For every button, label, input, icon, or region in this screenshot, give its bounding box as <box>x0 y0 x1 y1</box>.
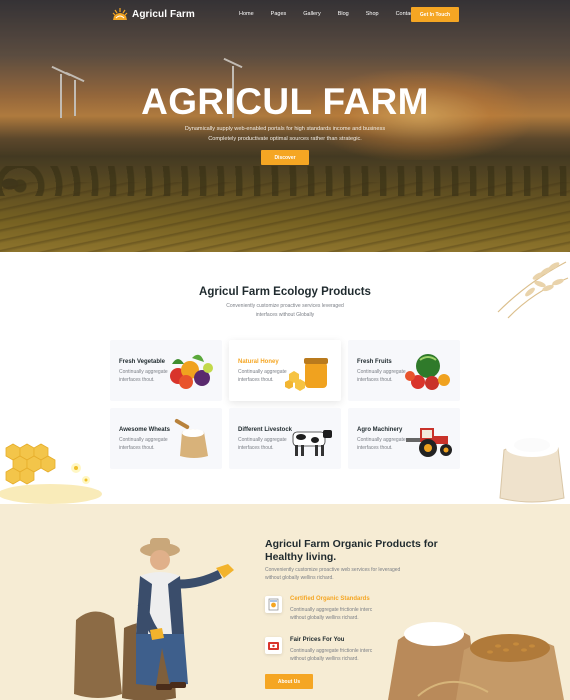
main-menu: Home Pages Gallery Blog Shop Contact <box>239 11 432 17</box>
organic-subtitle: Conveniently customize proactive web ser… <box>265 566 415 582</box>
organic-title: Agricul Farm Organic Products for Health… <box>265 538 455 564</box>
about-us-button[interactable]: About Us <box>265 674 313 689</box>
feature-description: Continually aggregate frictionle interc … <box>290 606 380 622</box>
sun-logo-icon <box>112 8 128 20</box>
tractor-icon <box>406 428 452 457</box>
card-title: Agro Machinery <box>357 427 403 433</box>
cow-icon <box>292 430 332 456</box>
feature-description: Continually aggregate frictionle interc … <box>290 647 380 663</box>
products-subtitle-line: Conveniently customize proactive service… <box>226 303 344 309</box>
brand-logo[interactable]: Agricul Farm <box>112 7 195 21</box>
feature-title: Certified Organic Standards <box>290 596 370 602</box>
card-title: Fresh Fruits <box>357 359 392 365</box>
nav-blog[interactable]: Blog <box>338 11 349 17</box>
organic-title-line: Agricul Farm Organic Products for <box>265 538 438 550</box>
product-card-natural-honey[interactable]: Natural Honey Continually aggregate inte… <box>229 340 341 401</box>
farmer-illustration <box>74 538 234 700</box>
hero-banner: Agricul Farm Home Pages Gallery Blog Sho… <box>0 0 570 252</box>
organic-subtitle-line: Conveniently customize proactive web ser… <box>265 567 401 573</box>
organic-title-line: Healthy living. <box>265 551 337 563</box>
product-card-fresh-vegetable[interactable]: Fresh Vegetable Continually aggregate in… <box>110 340 222 401</box>
products-subtitle-line: interfaces without Globally <box>255 312 315 318</box>
honeycomb-decoration <box>0 443 102 504</box>
hero-subtitle-line: Completely productivate optimal sources … <box>208 136 362 142</box>
nav-shop[interactable]: Shop <box>366 11 379 17</box>
card-title: Awesome Wheats <box>119 427 170 433</box>
certificate-icon <box>265 596 282 613</box>
fruits-icon <box>405 354 450 390</box>
organic-subtitle-line: without globally wellins richard. <box>265 575 334 581</box>
grain-sacks-illustration <box>388 622 564 700</box>
feature-description-line: without globally wellins richard. <box>290 656 359 662</box>
feature-description-line: Continually aggregate frictionle interc <box>290 648 373 654</box>
flour-bag-decoration <box>499 438 565 503</box>
honey-jar-icon <box>285 358 328 391</box>
product-card-agro-machinery[interactable]: Agro Machinery Continually aggregate int… <box>348 408 460 469</box>
products-section: Agricul Farm Ecology Products Convenient… <box>0 252 570 504</box>
feature-description-line: without globally wellins richard. <box>290 615 359 621</box>
nav-pages[interactable]: Pages <box>271 11 287 17</box>
discover-button[interactable]: Discover <box>261 150 309 165</box>
hero-title: AGRICUL FARM <box>141 81 429 122</box>
feature-description-line: Continually aggregate frictionle interc <box>290 607 373 613</box>
flour-sack-icon <box>174 419 208 458</box>
vegetables-icon <box>170 354 213 389</box>
hero-subtitle-line: Dynamically supply web-enabled portals f… <box>184 126 386 132</box>
organic-section: Agricul Farm Organic Products for Health… <box>0 504 570 700</box>
nav-home[interactable]: Home <box>239 11 254 17</box>
brand-name: Agricul Farm <box>132 8 195 20</box>
nav-gallery[interactable]: Gallery <box>303 11 320 17</box>
top-navigation: Agricul Farm Home Pages Gallery Blog Sho… <box>0 0 570 30</box>
hero-subtitle: Dynamically supply web-enabled portals f… <box>0 124 570 144</box>
feature-title: Fair Prices For You <box>290 637 345 643</box>
product-card-fresh-fruits[interactable]: Fresh Fruits Continually aggregate inter… <box>348 340 460 401</box>
product-card-awesome-wheats[interactable]: Awesome Wheats Continually aggregate int… <box>110 408 222 469</box>
product-card-different-livestock[interactable]: Different Livestock Continually aggregat… <box>229 408 341 469</box>
card-title: Natural Honey <box>238 359 279 365</box>
card-title: Fresh Vegetable <box>119 359 166 365</box>
price-tag-icon <box>265 637 282 654</box>
get-in-touch-button[interactable]: Get In Touch <box>411 7 459 22</box>
products-title: Agricul Farm Ecology Products <box>199 286 371 298</box>
products-subtitle: Conveniently customize proactive service… <box>0 302 570 320</box>
